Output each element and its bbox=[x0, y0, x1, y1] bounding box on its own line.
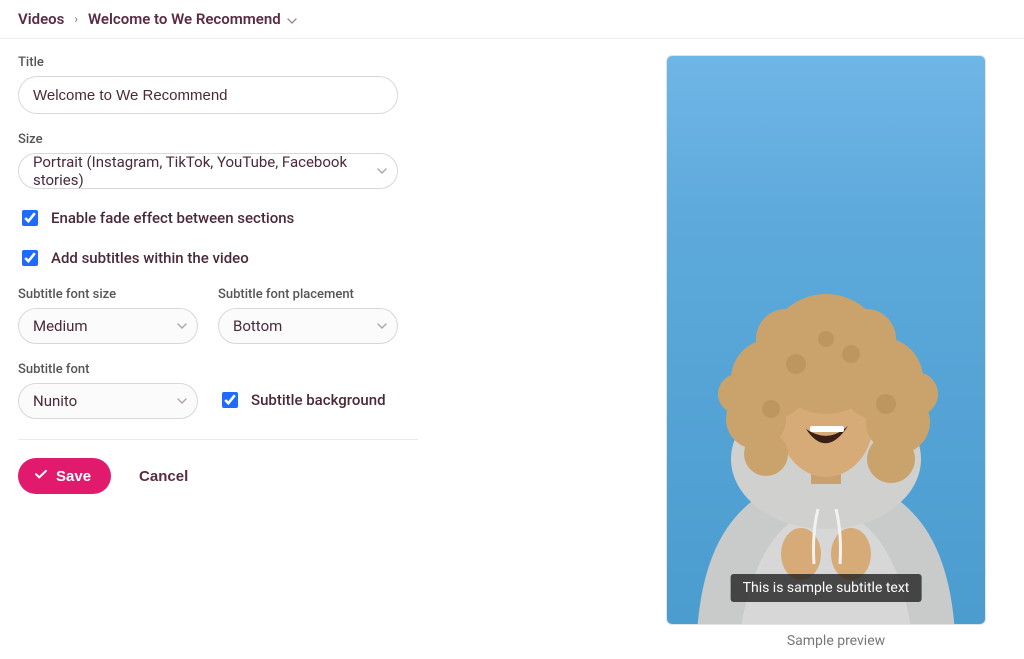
chevron-down-icon bbox=[287, 10, 297, 28]
breadcrumb: Videos › Welcome to We Recommend bbox=[0, 0, 1024, 39]
enable-fade-checkbox-row[interactable]: Enable fade effect between sections bbox=[18, 207, 618, 229]
subtitle-overlay: This is sample subtitle text bbox=[731, 574, 922, 602]
check-icon bbox=[34, 467, 48, 485]
chevron-down-icon bbox=[377, 168, 387, 174]
subtitle-background-label: Subtitle background bbox=[251, 391, 386, 409]
preview-caption: Sample preview bbox=[666, 633, 1006, 649]
size-label: Size bbox=[18, 132, 618, 147]
subtitle-font-size-value: Medium bbox=[33, 317, 88, 335]
settings-form: Title Size Portrait (Instagram, TikTok, … bbox=[18, 55, 618, 649]
save-button[interactable]: Save bbox=[18, 458, 111, 494]
preview-panel: This is sample subtitle text Sample prev… bbox=[666, 55, 1006, 649]
title-input[interactable] bbox=[18, 76, 398, 114]
size-select[interactable]: Portrait (Instagram, TikTok, YouTube, Fa… bbox=[18, 153, 398, 189]
breadcrumb-current-label: Welcome to We Recommend bbox=[88, 10, 281, 28]
subtitle-font-size-select[interactable]: Medium bbox=[18, 308, 198, 344]
enable-fade-checkbox[interactable] bbox=[22, 210, 38, 226]
add-subtitles-label: Add subtitles within the video bbox=[51, 249, 249, 267]
subtitle-font-value: Nunito bbox=[33, 392, 77, 410]
enable-fade-label: Enable fade effect between sections bbox=[51, 209, 294, 227]
chevron-down-icon bbox=[177, 323, 187, 329]
subtitle-font-placement-label: Subtitle font placement bbox=[218, 287, 398, 302]
subtitle-background-checkbox[interactable] bbox=[222, 392, 238, 408]
subtitle-font-size-label: Subtitle font size bbox=[18, 287, 198, 302]
add-subtitles-checkbox[interactable] bbox=[22, 250, 38, 266]
breadcrumb-current-selector[interactable]: Welcome to We Recommend bbox=[88, 10, 297, 28]
chevron-right-icon: › bbox=[74, 12, 78, 26]
preview-image bbox=[676, 244, 976, 625]
add-subtitles-checkbox-row[interactable]: Add subtitles within the video bbox=[18, 247, 618, 269]
subtitle-font-select[interactable]: Nunito bbox=[18, 383, 198, 419]
subtitle-font-placement-select[interactable]: Bottom bbox=[218, 308, 398, 344]
subtitle-background-checkbox-row[interactable]: Subtitle background bbox=[218, 389, 386, 411]
breadcrumb-root[interactable]: Videos bbox=[18, 10, 64, 28]
chevron-down-icon bbox=[177, 398, 187, 404]
save-button-label: Save bbox=[56, 468, 91, 485]
title-label: Title bbox=[18, 55, 618, 70]
cancel-button[interactable]: Cancel bbox=[133, 467, 194, 486]
divider bbox=[18, 439, 418, 440]
subtitle-font-label: Subtitle font bbox=[18, 362, 198, 377]
chevron-down-icon bbox=[377, 323, 387, 329]
size-select-value: Portrait (Instagram, TikTok, YouTube, Fa… bbox=[33, 153, 365, 189]
subtitle-font-placement-value: Bottom bbox=[233, 317, 282, 335]
preview-frame: This is sample subtitle text bbox=[666, 55, 986, 625]
